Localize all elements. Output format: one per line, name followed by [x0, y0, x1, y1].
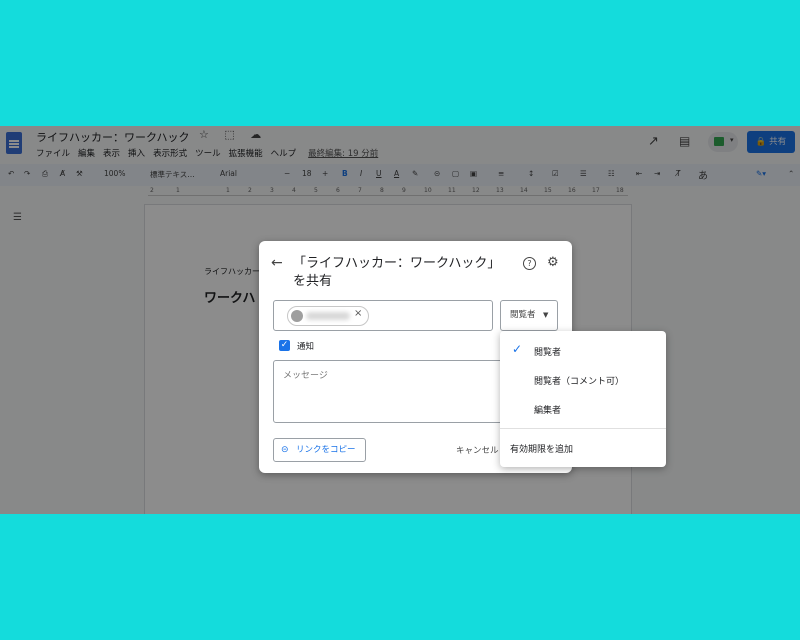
message-textarea[interactable]: メッセージ — [273, 360, 513, 423]
gear-icon[interactable]: ⚙ — [547, 255, 559, 270]
people-input[interactable]: × — [273, 300, 493, 331]
add-expiration-option[interactable]: 有効期限を追加 — [510, 442, 573, 455]
blurred-email — [306, 312, 350, 320]
help-icon[interactable]: ? — [523, 257, 536, 270]
recipient-chip[interactable]: × — [287, 306, 369, 326]
page: { "app": { "doc_title": "ライフハッカー：ワークハック"… — [0, 0, 800, 640]
checkmark-icon: ✓ — [512, 342, 523, 356]
menu-divider — [500, 428, 666, 429]
role-dropdown-label: 閲覧者 — [510, 310, 536, 320]
role-option-label: 閲覧者 — [534, 348, 562, 358]
notify-label: 通知 — [297, 342, 315, 352]
cancel-button[interactable]: キャンセル — [456, 444, 499, 456]
message-placeholder: メッセージ — [283, 371, 328, 381]
link-icon: ⊝ — [281, 445, 289, 455]
role-option-label: 編集者 — [534, 406, 562, 416]
remove-chip-icon[interactable]: × — [354, 308, 362, 319]
dialog-title: 「ライフハッカー：ワークハック」を共有 — [293, 256, 501, 289]
back-arrow-icon[interactable]: ← — [271, 255, 283, 271]
copy-link-button[interactable]: ⊝ リンクをコピー — [273, 438, 366, 462]
role-option-label: 閲覧者（コメント可） — [534, 377, 625, 387]
notify-checkbox[interactable]: ✓ — [279, 340, 290, 351]
avatar — [291, 310, 303, 322]
role-dropdown[interactable]: 閲覧者 ▼ — [500, 300, 558, 331]
chevron-down-icon: ▼ — [543, 311, 549, 319]
copy-link-label: リンクをコピー — [296, 445, 356, 455]
role-menu: ✓ 閲覧者 閲覧者（コメント可） 編集者 有効期限を追加 — [500, 331, 666, 467]
